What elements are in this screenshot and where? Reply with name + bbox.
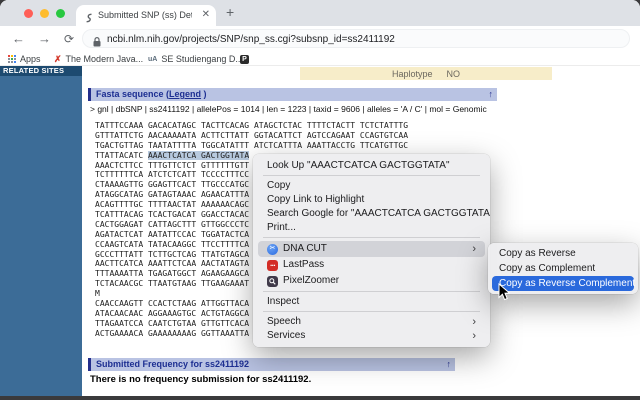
mouse-cursor	[498, 283, 510, 301]
desktop-edge	[0, 396, 640, 400]
forward-button[interactable]: →	[38, 31, 51, 46]
bookmark-se-studiengang[interactable]: uA SE Studiengang D...	[148, 53, 243, 65]
tab-title: Submitted SNP (ss) Details: ss	[98, 10, 192, 22]
menu-item-inspect[interactable]: Inspect	[253, 295, 490, 309]
menu-item-pixelzoomer[interactable]: PixelZoomer	[258, 273, 485, 289]
menu-separator	[263, 291, 480, 292]
bookmark-favicon-icon: P	[240, 55, 249, 64]
legend-link[interactable]: Legend	[169, 89, 201, 99]
menu-separator	[263, 175, 480, 176]
bookmarks-bar: Apps ✗ The Modern Java... uA SE Studieng…	[0, 52, 640, 66]
sidebar-header: RELATED SITES	[0, 66, 82, 76]
sequence-line: TATTTCCAAA GACACATAGC TACTTCACAG ATAGCTC…	[95, 121, 408, 131]
new-tab-button[interactable]: +	[226, 4, 234, 20]
menu-item-label: DNA CUT	[283, 242, 327, 256]
chevron-right-icon: ›	[472, 329, 476, 343]
menu-item-label: Speech	[267, 315, 301, 329]
dna-cut-icon: ✂	[267, 244, 278, 255]
scroll-top-arrow-icon[interactable]: ↑	[489, 88, 494, 101]
back-button[interactable]: ←	[12, 31, 25, 46]
submenu-item-copy-as-complement[interactable]: Copy as Complement	[492, 261, 634, 276]
submenu-item-copy-as-reverse-complement[interactable]: Copy as Reverse Complement	[492, 276, 634, 291]
bookmark-favicon-icon: uA	[148, 56, 157, 63]
menu-item-speech[interactable]: Speech ›	[253, 315, 490, 329]
bookmark-modern-java[interactable]: ✗ The Modern Java...	[54, 53, 143, 65]
address-bar[interactable]: ncbi.nlm.nih.gov/projects/SNP/snp_ss.cgi…	[82, 29, 630, 48]
related-sites-sidebar: RELATED SITES	[0, 66, 82, 396]
lock-icon[interactable]	[93, 34, 101, 52]
fasta-defline: > gnl | dbSNP | ss2411192 | allelePos = …	[90, 104, 487, 114]
menu-item-label: Services	[267, 329, 305, 343]
menu-item-label: PixelZoomer	[283, 274, 339, 288]
bookmark-label: The Modern Java...	[66, 54, 144, 64]
scroll-top-arrow-icon[interactable]: ↑	[447, 358, 452, 371]
menu-item-dna-cut[interactable]: ✂ DNA CUT ›	[258, 241, 485, 257]
chevron-right-icon: ›	[472, 242, 476, 256]
reload-button[interactable]: ⟳	[64, 32, 74, 46]
tab-close-icon[interactable]: ✕	[202, 9, 210, 20]
menu-item-label: LastPass	[283, 258, 324, 272]
chevron-right-icon: ›	[472, 315, 476, 329]
fasta-title: Fasta sequence (	[96, 89, 169, 99]
sequence-line: TGACTGTTAG TAATATTTTA TGGCATATTT ATCTCAT…	[95, 141, 408, 151]
haplotype-row: Haplotype NO	[300, 67, 552, 80]
dbsnp-favicon-icon	[84, 10, 94, 20]
menu-item-print[interactable]: Print...	[253, 221, 490, 235]
browser-toolbar: ← → ⟳ ncbi.nlm.nih.gov/projects/SNP/snp_…	[0, 26, 640, 52]
apps-grid-icon	[8, 55, 16, 63]
selected-sequence-text: AAACTCATCA GACTGGTATA	[148, 151, 249, 160]
bookmark-p[interactable]: P	[240, 53, 249, 65]
frequency-title: Submitted Frequency for ss2411192	[96, 359, 249, 369]
menu-separator	[263, 237, 480, 238]
minimize-window-button[interactable]	[40, 9, 49, 18]
tab-strip: Submitted SNP (ss) Details: ss ✕ +	[0, 0, 640, 26]
context-menu: Look Up "AAACTCATCA GACTGGTATA" Copy Cop…	[253, 154, 490, 347]
menu-item-search-google[interactable]: Search Google for "AAACTCATCA GACTGGTATA…	[253, 207, 490, 221]
sequence-line: GTTTATTCTG AACAAAAATA ACTTCTTATT GGTACAT…	[95, 131, 408, 141]
haplotype-value: NO	[447, 69, 461, 79]
close-window-button[interactable]	[24, 9, 33, 18]
pixelzoomer-icon	[267, 276, 278, 287]
frequency-section-header: Submitted Frequency for ss2411192 ↑	[88, 358, 455, 371]
menu-item-copy[interactable]: Copy	[253, 179, 490, 193]
bookmark-label: SE Studiengang D...	[161, 54, 243, 64]
submenu-item-copy-as-reverse[interactable]: Copy as Reverse	[492, 246, 634, 261]
bookmark-apps[interactable]: Apps	[8, 53, 41, 65]
menu-item-copy-link-to-highlight[interactable]: Copy Link to Highlight	[253, 193, 490, 207]
menu-separator	[263, 311, 480, 312]
fasta-title-close: )	[201, 89, 207, 99]
browser-window: Submitted SNP (ss) Details: ss ✕ + ← → ⟳…	[0, 0, 640, 396]
menu-item-services[interactable]: Services ›	[253, 329, 490, 343]
dna-cut-submenu: Copy as ReverseCopy as ComplementCopy as…	[488, 243, 638, 294]
bookmark-label: Apps	[20, 54, 41, 64]
bookmark-favicon-icon: ✗	[54, 54, 62, 65]
menu-item-lastpass[interactable]: ··· LastPass	[258, 257, 485, 273]
frequency-message: There is no frequency submission for ss2…	[90, 374, 311, 385]
menu-item-look-up[interactable]: Look Up "AAACTCATCA GACTGGTATA"	[253, 158, 490, 173]
browser-tab[interactable]: Submitted SNP (ss) Details: ss ✕	[76, 5, 216, 26]
fasta-section-header: Fasta sequence (Legend ) ↑	[88, 88, 497, 101]
zoom-window-button[interactable]	[56, 9, 65, 18]
lastpass-icon: ···	[267, 260, 278, 271]
haplotype-label: Haplotype	[392, 69, 433, 79]
url-text[interactable]: ncbi.nlm.nih.gov/projects/SNP/snp_ss.cgi…	[107, 34, 395, 45]
